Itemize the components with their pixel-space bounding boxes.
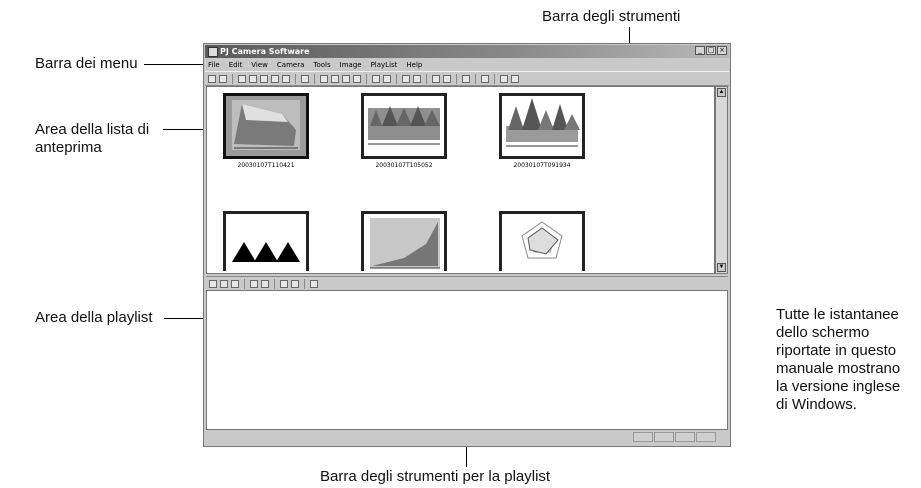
menu-view[interactable]: View xyxy=(251,59,268,71)
save-playlist-icon[interactable] xyxy=(231,279,239,288)
print-icon[interactable] xyxy=(282,74,290,83)
new-playlist-icon[interactable] xyxy=(209,279,217,288)
play-playlist-icon[interactable] xyxy=(310,279,318,288)
thumbnail-caption: 20030107T110421 xyxy=(237,162,295,169)
close-button[interactable]: × xyxy=(717,46,727,55)
delete-icon[interactable] xyxy=(511,74,519,83)
3d-cone-chart-icon xyxy=(368,106,440,145)
toolbar-separator xyxy=(426,73,427,84)
slideshow-icon[interactable] xyxy=(481,74,489,83)
radar-chart-icon xyxy=(521,221,563,259)
projector-icon[interactable] xyxy=(462,74,470,83)
menu-playlist[interactable]: PlayList xyxy=(371,59,398,71)
next-icon[interactable] xyxy=(443,74,451,83)
import-icon[interactable] xyxy=(271,74,279,83)
toolbar-separator xyxy=(366,73,367,84)
thumbnail-caption: 20030107T105052 xyxy=(375,162,433,169)
menu-image[interactable]: Image xyxy=(340,59,362,71)
title-bar[interactable]: PJ Camera Software _ □ × xyxy=(205,45,729,58)
window-title: PJ Camera Software xyxy=(220,47,310,56)
windows-version-note: Tutte le istantanee dello schermo riport… xyxy=(776,306,901,413)
toolbar-separator xyxy=(304,278,305,289)
thumbnail-item[interactable] xyxy=(499,211,585,271)
hand-icon[interactable] xyxy=(342,74,350,83)
maximize-button[interactable]: □ xyxy=(706,46,716,55)
open-playlist-icon[interactable] xyxy=(220,279,228,288)
status-cell xyxy=(633,432,653,442)
status-bar xyxy=(206,432,728,444)
remove-image-icon[interactable] xyxy=(261,279,269,288)
menu-tools[interactable]: Tools xyxy=(313,59,330,71)
app-icon xyxy=(208,47,218,57)
crop-icon[interactable] xyxy=(402,74,410,83)
zoom-out-icon[interactable] xyxy=(331,74,339,83)
move-down-icon[interactable] xyxy=(291,279,299,288)
save-icon[interactable] xyxy=(301,74,309,83)
menu-edit[interactable]: Edit xyxy=(229,59,243,71)
toolbar-separator xyxy=(314,73,315,84)
toolbar-separator xyxy=(295,73,296,84)
3d-cone-chart-icon xyxy=(506,98,580,147)
rotate-right-icon[interactable] xyxy=(383,74,391,83)
menu-camera[interactable]: Camera xyxy=(277,59,304,71)
rotate-left-icon[interactable] xyxy=(372,74,380,83)
toolbar-separator xyxy=(494,73,495,84)
menubar-leader xyxy=(144,64,208,65)
menu-help[interactable]: Help xyxy=(406,59,422,71)
fit-icon[interactable] xyxy=(353,74,361,83)
adjust-icon[interactable] xyxy=(413,74,421,83)
status-cell xyxy=(654,432,674,442)
toolbar-separator xyxy=(232,73,233,84)
scroll-up-arrow-icon[interactable]: ▲ xyxy=(717,88,726,97)
preview-scrollbar[interactable]: ▲ ▼ xyxy=(715,86,728,274)
preview-area-annotation-2: anteprima xyxy=(35,139,102,156)
status-cell xyxy=(696,432,716,442)
zoom-in-icon[interactable] xyxy=(320,74,328,83)
previous-icon[interactable] xyxy=(432,74,440,83)
status-cell xyxy=(675,432,695,442)
playlist-toolbar xyxy=(206,276,728,291)
add-image-icon[interactable] xyxy=(250,279,258,288)
area-chart-icon xyxy=(370,218,440,269)
toolbar-separator xyxy=(456,73,457,84)
move-up-icon[interactable] xyxy=(280,279,288,288)
toolbar-separator xyxy=(475,73,476,84)
thumbnail-item[interactable] xyxy=(223,211,309,271)
thumbnail-item[interactable] xyxy=(223,93,309,159)
main-toolbar xyxy=(205,71,729,86)
triangles-icon xyxy=(232,242,300,262)
thumbnail-item[interactable] xyxy=(361,93,447,159)
menubar-annotation: Barra dei menu xyxy=(35,55,138,72)
toolbar-separator xyxy=(396,73,397,84)
playlist-area[interactable] xyxy=(206,290,728,430)
thumbnail-caption: 20030107T091934 xyxy=(513,162,571,169)
playlist-area-annotation: Area della playlist xyxy=(35,309,153,326)
toolbar-annotation: Barra degli strumenti xyxy=(542,8,681,25)
paste-icon[interactable] xyxy=(260,74,268,83)
preview-list-area[interactable]: 20030107T110421 20030107T105052 20030107… xyxy=(206,86,715,274)
playlist-toolbar-annotation: Barra degli strumenti per la playlist xyxy=(320,468,551,485)
thumbnail-item[interactable] xyxy=(499,93,585,159)
scroll-down-arrow-icon[interactable]: ▼ xyxy=(717,263,726,272)
copy-icon[interactable] xyxy=(249,74,257,83)
grid-icon[interactable] xyxy=(500,74,508,83)
toolbar-separator xyxy=(244,278,245,289)
application-window: PJ Camera Software _ □ × File Edit View … xyxy=(203,43,731,447)
thumbnail-item[interactable] xyxy=(361,211,447,271)
menu-file[interactable]: File xyxy=(208,59,220,71)
preview-area-annotation: Area della lista di xyxy=(35,121,150,138)
toolbar-separator xyxy=(274,278,275,289)
screen-icon[interactable] xyxy=(219,74,227,83)
menu-bar: File Edit View Camera Tools Image PlayLi… xyxy=(205,59,729,71)
open-icon[interactable] xyxy=(238,74,246,83)
camera-icon[interactable] xyxy=(208,74,216,83)
3d-area-chart-icon xyxy=(232,100,300,150)
minimize-button[interactable]: _ xyxy=(695,46,705,55)
